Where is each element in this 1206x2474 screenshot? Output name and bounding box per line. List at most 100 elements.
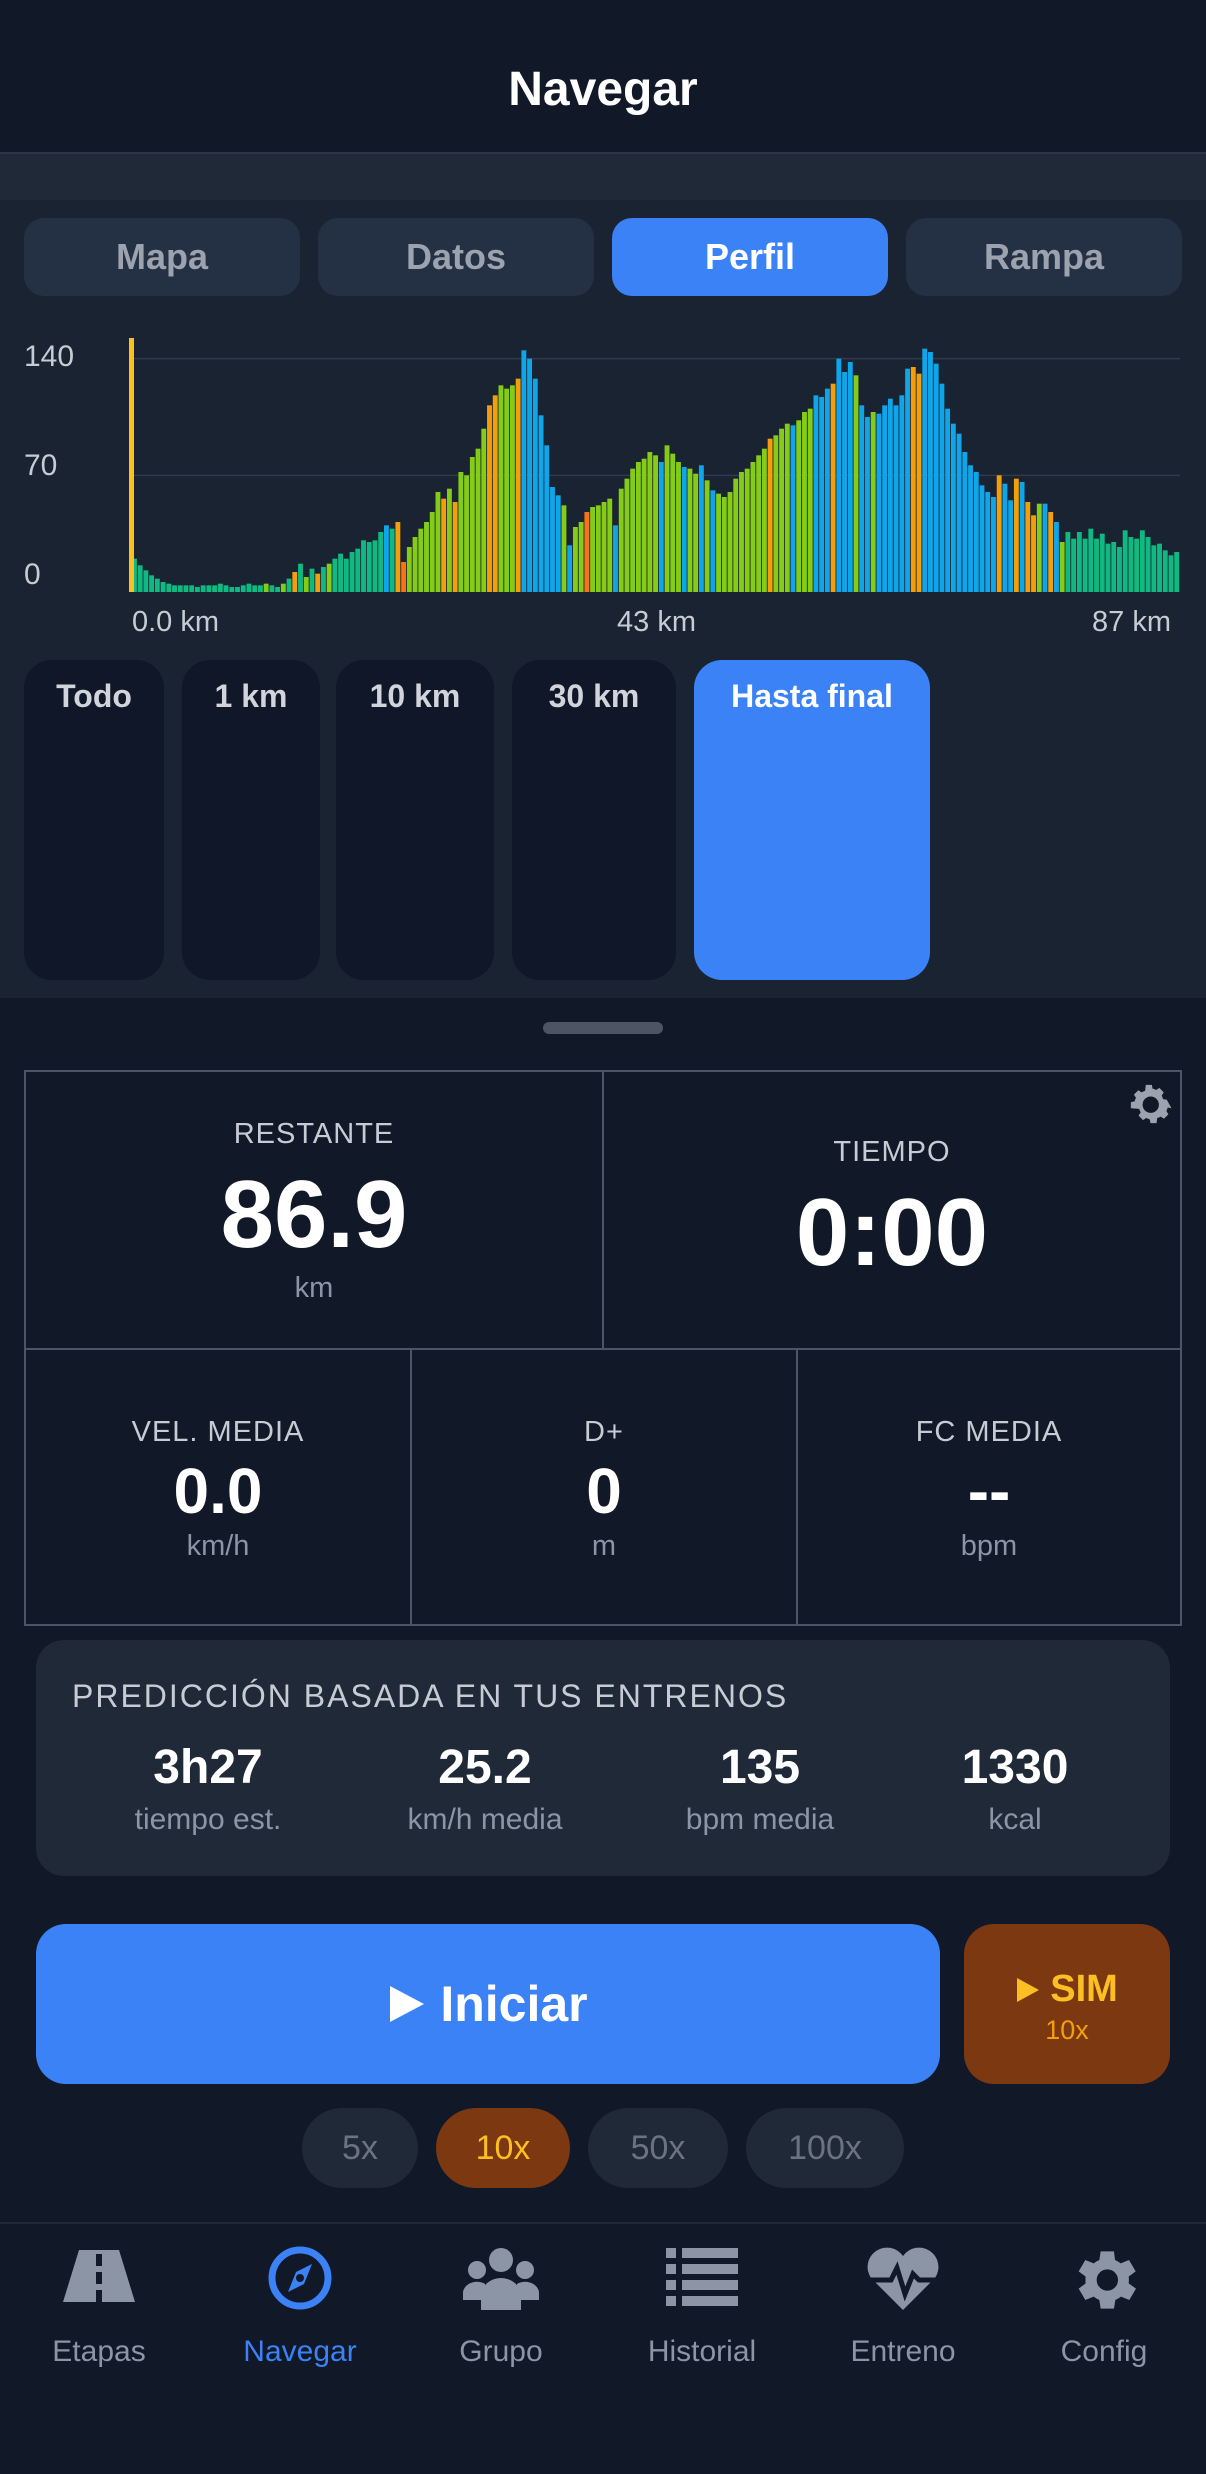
elevation-bar <box>561 505 567 592</box>
speed-50x-chip[interactable]: 50x <box>588 2108 728 2188</box>
nav-navegar[interactable]: Navegar <box>210 2240 390 2369</box>
elevation-bar <box>498 385 504 592</box>
elevation-bar <box>1162 550 1168 592</box>
start-button-label: Iniciar <box>440 1976 588 2032</box>
start-button[interactable]: Iniciar <box>36 1924 940 2084</box>
elevation-bar <box>899 395 905 592</box>
elevation-bar <box>744 468 750 592</box>
range-30km-button[interactable]: 30 km <box>512 660 676 980</box>
drag-handle[interactable] <box>543 1022 663 1034</box>
elevation-bar <box>361 540 366 592</box>
elevation-bar <box>1105 543 1111 592</box>
elevation-bar <box>1157 543 1162 592</box>
nav-config[interactable]: Config <box>1014 2240 1194 2369</box>
elevation-bar <box>647 452 653 592</box>
elevation-bar <box>487 405 492 592</box>
elevation-bar <box>1065 532 1071 592</box>
elevation-bar <box>853 375 859 592</box>
elevation-bar <box>779 428 784 592</box>
elevation-bar <box>332 558 338 592</box>
elevation-bar <box>710 490 716 592</box>
elevation-bar <box>1111 542 1117 592</box>
sim-button[interactable]: SIM 10x <box>964 1924 1170 2084</box>
elevation-bar <box>229 587 235 592</box>
nav-label: Etapas <box>52 2335 146 2368</box>
elevation-gain-unit: m <box>591 1530 617 1562</box>
elevation-bar <box>601 502 607 592</box>
elevation-profile-chart[interactable] <box>0 312 1206 612</box>
nav-historial[interactable]: Historial <box>612 2240 792 2369</box>
elevation-bar <box>950 423 956 592</box>
group-icon <box>463 2248 539 2310</box>
elevation-bar <box>1031 515 1036 592</box>
elevation-bar <box>882 405 888 592</box>
elevation-bar <box>464 475 470 592</box>
elevation-bar <box>1174 552 1180 592</box>
elevation-bar <box>412 537 418 592</box>
avg-hr-label: FC MEDIA <box>915 1416 1063 1448</box>
elevation-bar <box>303 577 309 592</box>
elevation-bar <box>544 445 550 592</box>
elevation-bar <box>664 445 670 592</box>
prediction-kcal-value: 1330 <box>961 1741 1069 1794</box>
speed-10x-chip[interactable]: 10x <box>436 2108 570 2188</box>
x-tick-label: 43 km <box>617 606 696 638</box>
elevation-bar <box>1025 502 1031 592</box>
range-10km-button[interactable]: 10 km <box>336 660 494 980</box>
sim-label: SIM <box>1050 1968 1118 2010</box>
elevation-bar <box>693 473 699 592</box>
elevation-bar <box>194 587 200 592</box>
elevation-bar <box>429 512 435 592</box>
elevation-bar <box>658 462 664 592</box>
range-todo-button[interactable]: Todo <box>24 660 164 980</box>
prediction-hr-label: bpm media <box>685 1803 835 1836</box>
elevation-bar <box>595 505 601 592</box>
nav-entreno[interactable]: Entreno <box>813 2240 993 2369</box>
nav-etapas[interactable]: Etapas <box>9 2240 189 2369</box>
elevation-bar <box>383 525 389 592</box>
range-hasta-final-button[interactable]: Hasta final <box>694 660 930 980</box>
elevation-bar <box>590 507 596 592</box>
elevation-bar <box>441 498 447 592</box>
elevation-bar <box>1151 545 1157 592</box>
elevation-bar <box>338 553 344 592</box>
elevation-bar <box>252 585 258 592</box>
speed-100x-chip[interactable]: 100x <box>746 2108 904 2188</box>
elevation-bar <box>189 585 195 592</box>
sim-row: SIM <box>964 1968 1170 2011</box>
elevation-bar <box>515 378 521 592</box>
elevation-bar <box>1117 547 1122 592</box>
tab-mapa[interactable]: Mapa <box>24 218 300 296</box>
elevation-bar <box>910 367 916 592</box>
elevation-bar <box>836 358 842 592</box>
tab-perfil[interactable]: Perfil <box>612 218 888 296</box>
elevation-bar <box>939 383 945 592</box>
elevation-bar <box>716 493 721 592</box>
elevation-bar <box>796 420 802 592</box>
header-divider <box>0 152 1206 202</box>
elevation-bar <box>550 487 555 592</box>
elevation-gain-label: D+ <box>584 1416 624 1448</box>
remaining-value: 86.9 <box>220 1161 408 1268</box>
elevation-bar <box>366 542 372 592</box>
elevation-bar <box>217 583 223 592</box>
range-1km-button[interactable]: 1 km <box>182 660 320 980</box>
nav-grupo[interactable]: Grupo <box>411 2240 591 2369</box>
elevation-bar <box>802 412 807 592</box>
tab-rampa[interactable]: Rampa <box>906 218 1182 296</box>
elevation-bar <box>521 350 527 592</box>
time-label: TIEMPO <box>833 1136 951 1168</box>
elevation-bar <box>286 578 292 592</box>
elevation-bar <box>183 585 189 592</box>
elevation-bar <box>154 578 160 592</box>
stats-settings-gear-icon[interactable] <box>1122 1076 1178 1132</box>
elevation-bar <box>326 563 332 592</box>
tab-datos[interactable]: Datos <box>318 218 594 296</box>
remaining-unit: km <box>294 1272 334 1304</box>
nav-label: Entreno <box>850 2335 956 2368</box>
elevation-bar <box>756 455 762 592</box>
elevation-bar <box>859 405 865 592</box>
nav-label: Grupo <box>459 2335 543 2368</box>
speed-5x-chip[interactable]: 5x <box>302 2108 418 2188</box>
avg-hr-value: -- <box>967 1455 1011 1527</box>
